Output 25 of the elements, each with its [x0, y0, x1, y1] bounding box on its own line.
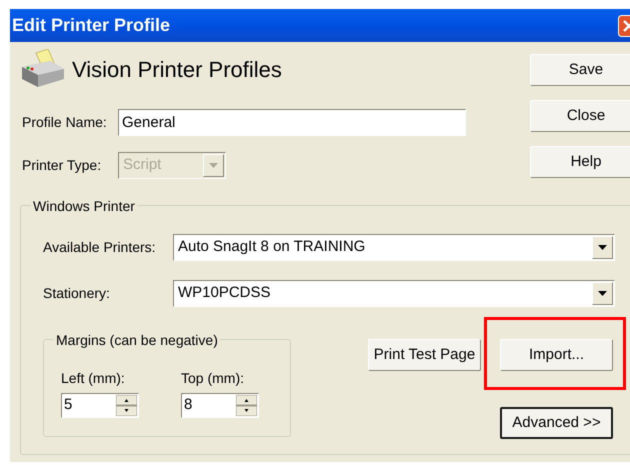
field-label: Stationery: — [43, 284, 111, 303]
profile-name-field[interactable]: General — [118, 109, 466, 136]
dropdown-arrow-icon — [598, 245, 607, 250]
spin-arrows-icon — [236, 395, 257, 416]
field-label: Top (mm): — [181, 369, 245, 388]
field-label: Left (mm): — [61, 369, 126, 388]
spin-field[interactable]: 8 — [181, 393, 259, 418]
dropdown-arrow-icon — [209, 163, 218, 168]
dialog-button[interactable]: Help — [530, 146, 630, 178]
dialog-button[interactable]: Import... — [500, 339, 613, 371]
field-label: Available Printers: — [43, 238, 157, 257]
dropdown-field[interactable]: WP10PCDSS — [173, 280, 615, 307]
dropdown-arrow-icon — [598, 291, 607, 296]
dialog-button[interactable]: Save — [530, 54, 630, 86]
window-title: Edit Printer Profile — [11, 14, 170, 37]
dropdown-field[interactable]: Auto SnagIt 8 on TRAINING — [173, 234, 615, 261]
dialog-button[interactable]: Print Test Page — [368, 339, 481, 371]
spin-arrows-icon — [116, 395, 137, 416]
spin-field[interactable]: 5 — [61, 393, 139, 418]
field-label: Printer Type: — [21, 156, 102, 175]
printer-icon — [20, 49, 66, 89]
header-title: Vision Printer Profiles — [72, 56, 282, 84]
dialog-button[interactable]: Close — [530, 100, 630, 132]
field-label: Profile Name: — [21, 113, 108, 132]
dialog-button[interactable]: Advanced >> — [500, 407, 613, 439]
